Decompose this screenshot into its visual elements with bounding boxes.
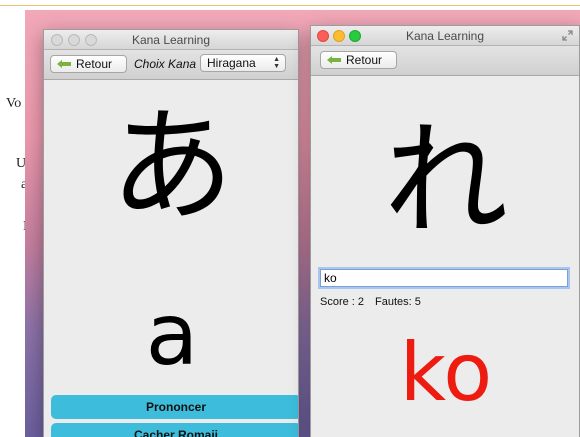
page-rule [0,5,580,6]
window-titlebar[interactable]: Kana Learning [311,26,579,46]
romaji-text: a [145,285,199,385]
kana-choice-label: Choix Kana [134,57,197,71]
hide-romaji-button[interactable]: Cacher Romaji [51,423,298,437]
back-arrow-icon [327,56,341,64]
window-title: Kana Learning [405,29,485,43]
answer-feedback: ko [399,326,493,419]
fullscreen-icon[interactable] [562,30,573,41]
back-button[interactable]: Retour [50,55,127,73]
select-arrows-icon: ▲ ▼ [273,56,280,70]
kana-character: あ [109,95,234,239]
back-button[interactable]: Retour [320,51,397,69]
score-text: Score : 2 [320,296,365,308]
back-button-label: Retour [76,57,113,71]
kana-type-select[interactable]: Hiragana ▲ ▼ [200,54,286,72]
back-arrow-icon [57,60,71,68]
toolbar: Retour Choix Kana Hiragana ▲ ▼ [44,50,298,80]
pronounce-button[interactable]: Prononcer [51,395,298,419]
kana-character: れ [383,109,508,253]
kana-window-quiz: Kana Learning Retour れ Score : 2 Fautes:… [310,25,580,437]
faults-text: Fautes: 5 [375,296,421,308]
back-button-label: Retour [346,53,383,67]
window-title: Kana Learning [131,33,211,47]
kana-type-value: Hiragana [207,56,256,70]
kana-window-learn: Kana Learning Retour Choix Kana Hiragana… [43,29,299,437]
background-text-1: Vo [6,96,22,111]
toolbar: Retour [311,46,579,76]
answer-input[interactable] [320,269,568,287]
window-titlebar[interactable]: Kana Learning [44,30,298,50]
